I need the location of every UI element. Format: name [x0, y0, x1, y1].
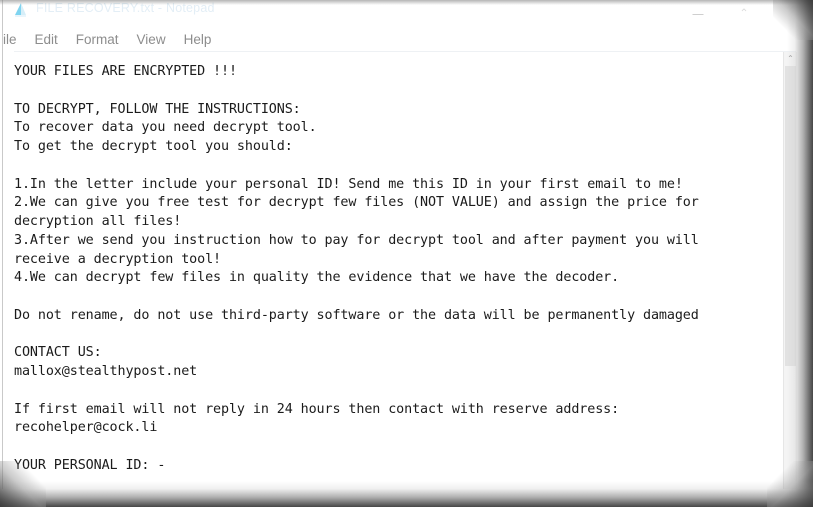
close-button[interactable] [767, 0, 813, 27]
menu-item-edit[interactable]: Edit [26, 28, 67, 52]
notepad-icon [12, 2, 29, 19]
notepad-window: FILE RECOVERY.txt - Notepad ⌃ ile Edit F… [0, 0, 813, 507]
minimize-icon [692, 14, 704, 16]
minimize-button[interactable] [675, 0, 721, 27]
menu-bar: ile Edit Format View Help [0, 28, 813, 52]
scrollbar-thumb[interactable] [785, 66, 796, 366]
menu-item-format[interactable]: Format [67, 28, 128, 52]
ransom-note-text[interactable]: YOUR FILES ARE ENCRYPTED !!! TO DECRYPT,… [14, 63, 699, 476]
title-bar[interactable]: FILE RECOVERY.txt - Notepad ⌃ [0, 0, 813, 27]
vertical-scrollbar[interactable]: ⌃ [783, 52, 797, 489]
scroll-up-arrow-icon[interactable]: ⌃ [784, 52, 797, 66]
menu-item-file[interactable]: ile [0, 28, 26, 52]
window-controls: ⌃ [675, 0, 813, 27]
menu-divider [14, 51, 796, 52]
menu-item-view[interactable]: View [128, 28, 175, 52]
maximize-icon: ⌃ [739, 7, 749, 19]
menu-item-help[interactable]: Help [175, 28, 221, 52]
maximize-button[interactable]: ⌃ [721, 0, 767, 27]
screenshot-canvas: FILE RECOVERY.txt - Notepad ⌃ ile Edit F… [0, 0, 813, 507]
window-left-border [2, 0, 3, 489]
text-editor-area[interactable]: YOUR FILES ARE ENCRYPTED !!! TO DECRYPT,… [4, 54, 786, 488]
window-title: FILE RECOVERY.txt - Notepad [36, 1, 215, 15]
